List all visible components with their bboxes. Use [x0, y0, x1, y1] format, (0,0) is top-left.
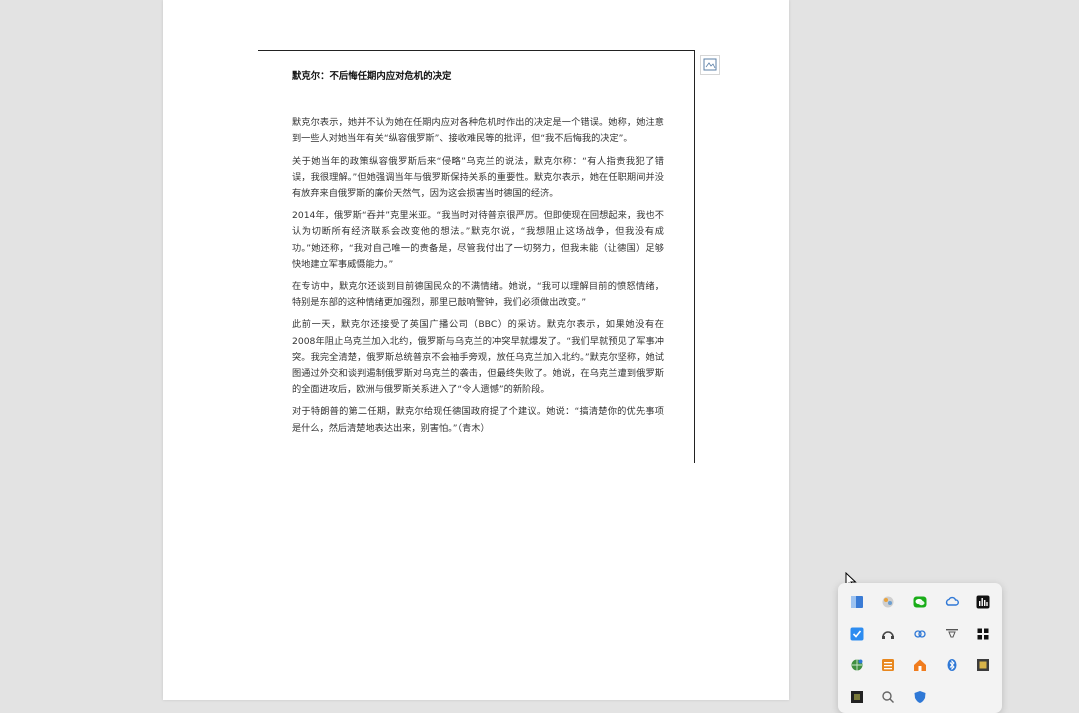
system-tray-overflow [838, 583, 1002, 713]
document-body[interactable]: 默克尔：不后悔任期内应对危机的决定 默克尔表示，她并不认为她在任期内应对各种危机… [292, 69, 664, 443]
network-globe-icon[interactable] [846, 654, 868, 676]
page-margin-top-line [258, 50, 694, 51]
document-title: 默克尔：不后悔任期内应对危机的决定 [292, 71, 452, 82]
orange-home-icon[interactable] [909, 654, 931, 676]
paragraph-4: 在专访中，默克尔还谈到目前德国民众的不满情绪。她说，“我可以理解目前的愤怒情绪，… [292, 281, 664, 309]
orange-stack-icon[interactable] [877, 654, 899, 676]
bluetooth-icon[interactable] [941, 654, 963, 676]
page-margin-right-line [694, 50, 695, 463]
dark-app-icon[interactable] [846, 686, 868, 708]
cloud-sync-icon[interactable] [941, 591, 963, 613]
color-wheel-icon[interactable] [877, 591, 899, 613]
projector-icon[interactable] [941, 623, 963, 645]
paragraph-3: 2014年，俄罗斯“吞并”克里米亚。“我当时对待普京很严厉。但即使现在回想起来，… [292, 210, 664, 270]
bookmark-squares-icon[interactable] [972, 623, 994, 645]
audio-bars-icon[interactable] [972, 591, 994, 613]
wechat-icon[interactable] [909, 591, 931, 613]
film-app-icon[interactable] [972, 654, 994, 676]
paragraph-5: 此前一天，默克尔还接受了英国广播公司（BBC）的采访。默克尔表示，如果她没有在2… [292, 319, 664, 396]
comment-icon[interactable] [700, 55, 720, 75]
shield-app-icon[interactable] [909, 686, 931, 708]
blue-app-icon[interactable] [846, 591, 868, 613]
paragraph-6: 对于特朗普的第二任期，默克尔给现任德国政府提了个建议。她说：“搞清楚你的优先事项… [292, 406, 664, 434]
cat-headset-icon[interactable] [877, 623, 899, 645]
blue-check-app-icon[interactable] [846, 623, 868, 645]
paragraph-1: 默克尔表示，她并不认为她在任期内应对各种危机时作出的决定是一个错误。她称，她注意… [292, 117, 664, 145]
search-app-icon[interactable] [877, 686, 899, 708]
cloud-link-icon[interactable] [909, 623, 931, 645]
paragraph-2: 关于她当年的政策纵容俄罗斯后来“侵略”乌克兰的说法，默克尔称：“有人指责我犯了错… [292, 155, 664, 200]
